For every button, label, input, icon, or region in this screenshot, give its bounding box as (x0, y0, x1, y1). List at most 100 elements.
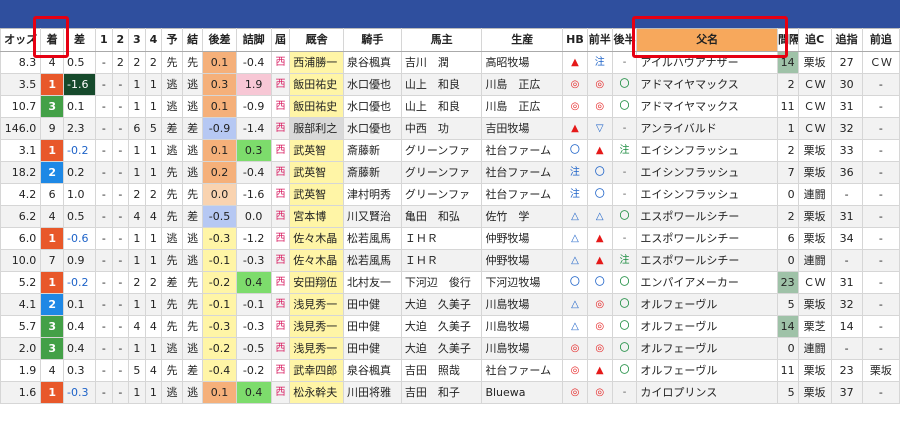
cell-p2: - (111, 337, 130, 360)
cell-kankaku: 1 (776, 117, 799, 140)
cell-zen: ▲ (586, 249, 613, 272)
table-row[interactable]: 4.2 6 1.0- -2 2 先先 0.0 -1.6 西武英智 津村明秀 グリーンファ 社台ファーム… (0, 183, 900, 206)
cell-jockey: 水口優也 (342, 73, 402, 96)
cell-tsume: -1.4 (235, 117, 272, 140)
col-header-owner[interactable]: 馬主 (400, 28, 483, 52)
cell-ke: 逃 (181, 381, 204, 404)
cell-breeder: 佐竹 学 (481, 205, 564, 228)
table-row[interactable]: 1.6 1 -0.3- -1 1 逃逃 0.1 0.4 西松永幹夫 川田将雅 吉田 和子 Bluewa… (0, 381, 900, 404)
col-header-odds[interactable]: オッズ (0, 28, 42, 52)
cell-oic: 連闘 (797, 337, 832, 360)
cell-p3: 1 (128, 139, 146, 162)
cell-owner: 山上 和良 (400, 95, 483, 118)
col-header-hb[interactable]: HB (562, 28, 588, 52)
cell-p4: 1 (144, 95, 163, 118)
table-row[interactable]: 4.1 2 0.1- -1 1 先先 -0.1 -0.1 西浅見秀一 田中健 大迫 久美子 川島牧場 △… (0, 293, 900, 316)
cell-zen: ▽ (586, 117, 613, 140)
cell-trainer: 飯田祐史 (289, 73, 344, 96)
col-header-breeder[interactable]: 生産 (481, 28, 564, 52)
cell-p2: - (111, 359, 130, 382)
col-header-kou[interactable]: 後半 (611, 28, 638, 52)
cell-owner: ＩＨＲ (400, 227, 483, 250)
cell-diff: -0.2 (63, 271, 97, 294)
table-row[interactable]: 5.2 1 -0.2- -2 2 差先 -0.2 0.4 西安田翔伍 北村友一 下河辺 俊行 下河辺牧… (0, 271, 900, 294)
table-row[interactable]: 10.7 3 0.1- -1 1 逃逃 0.1 -0.9 西飯田祐史 水口優也 山上 和良 川島 正広… (0, 95, 900, 118)
col-header-zen[interactable]: 前半 (586, 28, 613, 52)
cell-diff: -0.3 (63, 381, 97, 404)
col-header-diff[interactable]: 差 (63, 28, 97, 52)
cell-p4: 4 (144, 205, 163, 228)
cell-atosa: -0.1 (202, 249, 237, 272)
cell-jockey: 田中健 (342, 315, 402, 338)
cell-ke: 逃 (181, 161, 204, 184)
table-row[interactable]: 6.2 4 0.5- -4 4 先差 -0.5 0.0 西宮本博 川又賢治 亀田 和弘 佐竹 学 △ △ 〇… (0, 205, 900, 228)
col-header-p2[interactable]: 2 (111, 28, 130, 52)
horse-data-table: オッズ 着 差 1 2 3 4 予 結 後差 詰脚 屆 厩舎 騎手 馬主 生産 … (0, 28, 900, 404)
cell-p2: - (111, 161, 130, 184)
table-row[interactable]: 2.0 3 0.4- -1 1 逃逃 -0.2 -0.5 西浅見秀一 田中健 大迫 久美子 川島牧場 ◎… (0, 337, 900, 360)
cell-diff: 0.5 (63, 205, 97, 228)
col-header-oishi[interactable]: 追指 (830, 28, 863, 52)
table-row[interactable]: 8.3 4 0.5-2 2 2 先先 0.1 -0.4 西西浦勝一 泉谷楓真 吉川 潤高昭牧場 ▲ 注 -… (0, 51, 900, 74)
col-header-trainer[interactable]: 厩舎 (289, 28, 344, 52)
cell-yo: 逃 (161, 227, 183, 250)
col-header-rank[interactable]: 着 (40, 28, 65, 52)
col-header-p1[interactable]: 1 (95, 28, 113, 52)
cell-diff: 0.1 (63, 293, 97, 316)
cell-kankaku: 5 (776, 293, 799, 316)
cell-p1: - (95, 227, 113, 250)
cell-diff: -0.2 (63, 139, 97, 162)
cell-oishi: - (830, 249, 863, 272)
col-header-yo[interactable]: 予 (161, 28, 183, 52)
cell-ke: 差 (181, 359, 204, 382)
cell-hb: △ (562, 249, 588, 272)
table-row[interactable]: 5.7 3 0.4- -4 4 先先 -0.3 -0.3 西浅見秀一 田中健 大迫 久美子 川島牧場 △… (0, 315, 900, 338)
cell-todoke: 西 (270, 271, 291, 294)
cell-hb: △ (562, 315, 588, 338)
cell-odds: 10.0 (0, 249, 42, 272)
col-header-sire[interactable]: 父名 (636, 28, 778, 52)
cell-jockey: 川又賢治 (342, 205, 402, 228)
col-header-todoke[interactable]: 屆 (270, 28, 291, 52)
race-table-container: オッズ 着 差 1 2 3 4 予 結 後差 詰脚 屆 厩舎 騎手 馬主 生産 … (0, 28, 900, 425)
col-header-zenoi[interactable]: 前追 (861, 28, 900, 52)
table-row[interactable]: 3.1 1 -0.2- -1 1 逃逃 0.1 0.3 西武英智 斎藤新 グリーンファ 社台ファーム〇… (0, 139, 900, 162)
cell-trainer: 佐々木晶 (289, 227, 344, 250)
cell-p3: 2 (128, 271, 146, 294)
cell-atosa: 0.2 (202, 161, 237, 184)
table-row[interactable]: 6.0 1 -0.6- -1 1 逃逃 -0.3 -1.2 西佐々木晶 松若風馬 ＩＨＲ 仲野牧場 △ ▲… (0, 227, 900, 250)
col-header-kankaku[interactable]: 間隔 (776, 28, 799, 52)
cell-odds: 5.7 (0, 315, 42, 338)
table-row[interactable]: 1.9 4 0.3- -5 4 先差 -0.4 -0.2 西武幸四郎 泉谷楓真 吉田 照哉 社台ファー… (0, 359, 900, 382)
table-row[interactable]: 10.0 7 0.9- -1 1 先逃 -0.1 -0.3 西佐々木晶 松若風馬 ＩＨＲ 仲野牧場 △ ▲… (0, 249, 900, 272)
cell-yo: 先 (161, 51, 183, 74)
col-header-tsume[interactable]: 詰脚 (235, 28, 272, 52)
col-header-jockey[interactable]: 騎手 (342, 28, 402, 52)
cell-rank: 9 (40, 117, 65, 140)
cell-zen: ▲ (586, 227, 613, 250)
cell-todoke: 西 (270, 227, 291, 250)
cell-odds: 4.1 (0, 293, 42, 316)
cell-p4: 1 (144, 293, 163, 316)
cell-todoke: 西 (270, 249, 291, 272)
col-header-atosa[interactable]: 後差 (202, 28, 237, 52)
cell-hb: 注 (562, 183, 588, 206)
col-header-p4[interactable]: 4 (144, 28, 163, 52)
table-row[interactable]: 3.5 1 -1.6- -1 1 逃逃 0.3 1.9 西飯田祐史 水口優也 山上 和良 川島 正広 ◎… (0, 73, 900, 96)
table-row[interactable]: 146.0 9 2.3- -6 5 差差 -0.9 -1.4 西服部利之 水口優也 中西 功吉田牧場… (0, 117, 900, 140)
cell-diff: 0.1 (63, 95, 97, 118)
cell-p2: - (111, 227, 130, 250)
cell-oishi: 31 (830, 271, 863, 294)
col-header-oic[interactable]: 追C (797, 28, 832, 52)
cell-jockey: 泉谷楓真 (342, 51, 402, 74)
cell-rank: 1 (40, 227, 65, 250)
col-header-ke[interactable]: 結 (181, 28, 204, 52)
cell-yo: 先 (161, 183, 183, 206)
table-row[interactable]: 18.2 2 0.2- -1 1 先逃 0.2 -0.4 西武英智 斎藤新 グリーンファ 社台ファーム… (0, 161, 900, 184)
cell-kankaku: 7 (776, 161, 799, 184)
cell-rank: 3 (40, 95, 65, 118)
cell-tsume: 0.4 (235, 271, 272, 294)
cell-zen: 〇 (586, 161, 613, 184)
cell-p1: - (95, 359, 113, 382)
col-header-p3[interactable]: 3 (128, 28, 146, 52)
